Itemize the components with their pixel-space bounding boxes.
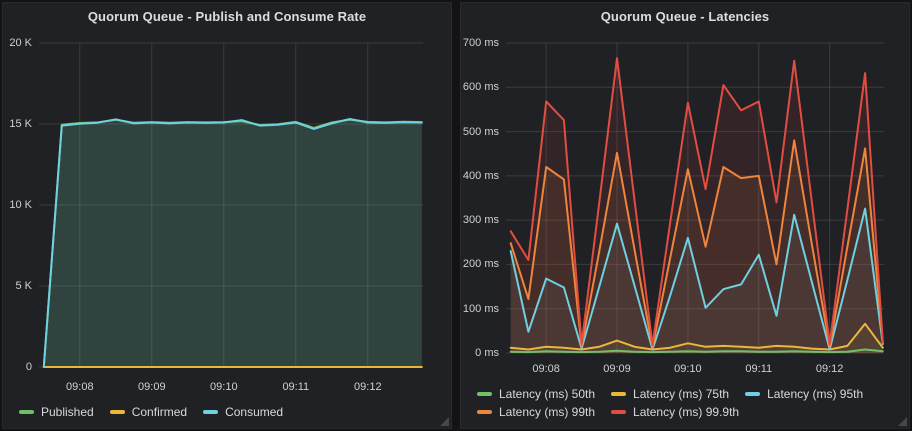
legend-label: Consumed xyxy=(225,405,283,419)
series-fill-consumed xyxy=(44,119,422,367)
legend-color-swatch xyxy=(611,410,626,414)
legend-item-latency-ms-95th[interactable]: Latency (ms) 95th xyxy=(745,387,863,401)
legend-item-latency-ms-99th[interactable]: Latency (ms) 99th xyxy=(477,405,595,419)
x-axis-tick-label: 09:08 xyxy=(66,382,94,393)
x-axis-tick-label: 09:08 xyxy=(532,364,560,375)
legend-color-swatch xyxy=(477,410,492,414)
x-axis-tick-label: 09:11 xyxy=(282,382,309,393)
legend-label: Confirmed xyxy=(132,405,187,419)
legend-color-swatch xyxy=(477,392,492,396)
y-axis-tick-label: 15 K xyxy=(3,119,32,130)
legend-label: Latency (ms) 50th xyxy=(499,387,595,401)
legend-color-swatch xyxy=(19,410,34,414)
x-axis-tick-label: 09:12 xyxy=(354,382,382,393)
legend-item-latency-ms-75th[interactable]: Latency (ms) 75th xyxy=(611,387,729,401)
legend-row: Latency (ms) 99th Latency (ms) 99.9th xyxy=(477,405,901,419)
x-axis-tick-label: 09:09 xyxy=(138,382,166,393)
legend-item-consumed[interactable]: Consumed xyxy=(203,405,283,419)
y-axis-tick-label: 10 K xyxy=(3,200,32,211)
y-axis-tick-label: 600 ms xyxy=(461,82,499,93)
legend-item-latency-ms-50th[interactable]: Latency (ms) 50th xyxy=(477,387,595,401)
legend-color-swatch xyxy=(745,392,760,396)
x-axis-tick-label: 09:10 xyxy=(210,382,238,393)
x-axis-tick-label: 09:12 xyxy=(816,364,844,375)
y-axis-tick-label: 0 ms xyxy=(461,348,499,359)
legend-row: Published Confirmed Consumed xyxy=(19,405,443,419)
panel-title[interactable]: Quorum Queue - Publish and Consume Rate xyxy=(3,9,451,24)
legend-item-published[interactable]: Published xyxy=(19,405,94,419)
y-axis-tick-label: 300 ms xyxy=(461,215,499,226)
legend-item-latency-ms-99-9th[interactable]: Latency (ms) 99.9th xyxy=(611,405,739,419)
legend-label: Latency (ms) 99.9th xyxy=(633,405,739,419)
y-axis-tick-label: 0 xyxy=(3,362,32,373)
legend-label: Latency (ms) 95th xyxy=(767,387,863,401)
x-axis-tick-label: 09:11 xyxy=(745,364,772,375)
panel-title[interactable]: Quorum Queue - Latencies xyxy=(461,9,909,24)
y-axis-tick-label: 400 ms xyxy=(461,171,499,182)
legend-color-swatch xyxy=(611,392,626,396)
legend-label: Published xyxy=(41,405,94,419)
chart-plot-area[interactable] xyxy=(3,3,451,428)
panel-latencies: Quorum Queue - Latencies 700 ms 600 ms 500… xyxy=(460,2,910,429)
y-axis-tick-label: 100 ms xyxy=(461,304,499,315)
y-axis-tick-label: 5 K xyxy=(3,281,32,292)
legend-color-swatch xyxy=(110,410,125,414)
legend-item-confirmed[interactable]: Confirmed xyxy=(110,405,187,419)
y-axis-tick-label: 500 ms xyxy=(461,127,499,138)
x-axis-tick-label: 09:10 xyxy=(674,364,702,375)
y-axis-tick-label: 20 K xyxy=(3,38,32,49)
legend-row: Latency (ms) 50th Latency (ms) 75th Latenc… xyxy=(477,387,901,401)
legend-color-swatch xyxy=(203,410,218,414)
y-axis-tick-label: 200 ms xyxy=(461,259,499,270)
x-axis-tick-label: 09:09 xyxy=(603,364,631,375)
y-axis-tick-label: 700 ms xyxy=(461,38,499,49)
legend-label: Latency (ms) 75th xyxy=(633,387,729,401)
legend-label: Latency (ms) 99th xyxy=(499,405,595,419)
dashboard: { "page": { "background": "#131315", "pa… xyxy=(0,0,912,431)
panel-publish-consume-rate: Quorum Queue - Publish and Consume Rate … xyxy=(2,2,452,429)
